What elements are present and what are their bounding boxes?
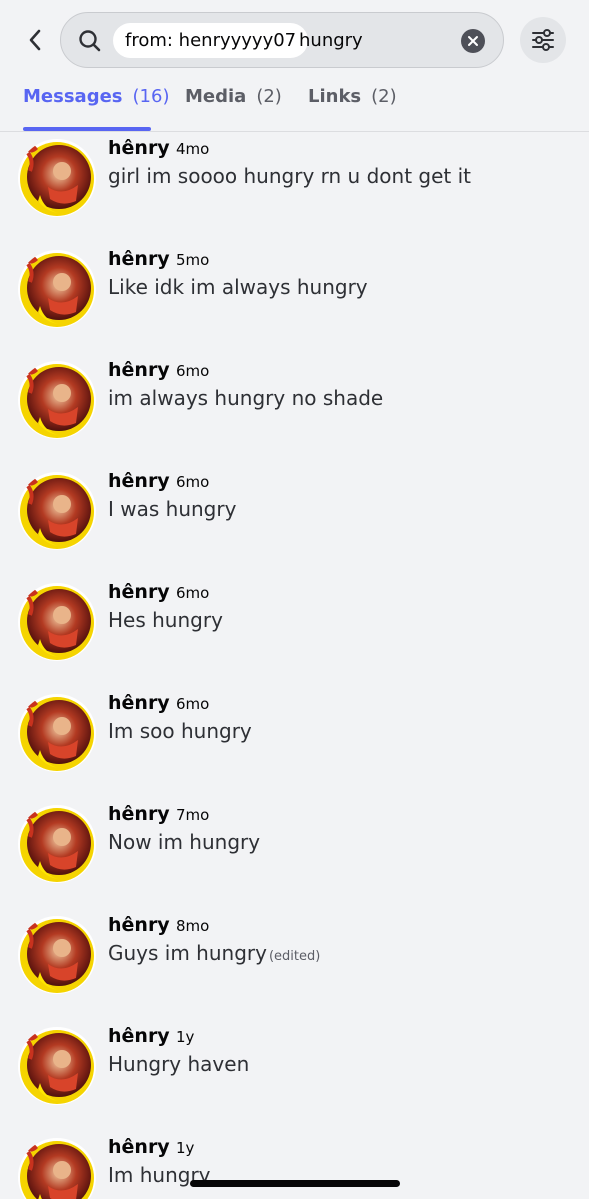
message-content: Like idk im always hungry <box>108 275 368 299</box>
message-result-item[interactable]: hênry 7mo Now im hungry <box>0 803 589 905</box>
avatar[interactable] <box>18 805 96 883</box>
active-tab-indicator <box>23 127 151 131</box>
avatar[interactable] <box>18 250 96 328</box>
avatar[interactable] <box>18 583 96 661</box>
message-author[interactable]: hênry <box>108 137 170 159</box>
message-text: I was hungry <box>108 497 237 521</box>
message-timestamp: 1y <box>176 1028 195 1046</box>
message-result-item[interactable]: hênry 5mo Like idk im always hungry <box>0 248 589 350</box>
message-timestamp: 6mo <box>176 362 210 380</box>
search-header: from: henryyyyy07 hungry Messages (16) Me… <box>0 0 589 132</box>
edited-tag: (edited) <box>268 949 321 964</box>
message-author[interactable]: hênry <box>108 1136 170 1158</box>
message-content: Hes hungry <box>108 608 223 632</box>
message-result-item[interactable]: hênry 4mo girl im soooo hungry rn u dont g… <box>0 137 589 239</box>
avatar[interactable] <box>18 472 96 550</box>
avatar[interactable] <box>18 916 96 994</box>
avatar[interactable] <box>18 694 96 772</box>
message-timestamp: 6mo <box>176 584 210 602</box>
message-text: Hes hungry <box>108 608 223 632</box>
search-options-button[interactable] <box>520 17 566 63</box>
message-result-item[interactable]: hênry 1y Hungry haven <box>0 1025 589 1127</box>
message-result-item[interactable]: hênry 1y Im hungry <box>0 1136 589 1199</box>
message-author[interactable]: hênry <box>108 1025 170 1047</box>
message-timestamp: 1y <box>176 1139 195 1157</box>
message-text: Hungry haven <box>108 1052 250 1076</box>
message-result-item[interactable]: hênry 8mo Guys im hungry (edited) <box>0 914 589 1016</box>
tab-label: Messages <box>23 86 123 107</box>
message-author[interactable]: hênry <box>108 914 170 936</box>
message-timestamp: 6mo <box>176 695 210 713</box>
message-text: Like idk im always hungry <box>108 275 368 299</box>
search-query-text[interactable]: hungry <box>299 23 363 58</box>
tab-count: (16) <box>132 86 170 107</box>
message-content: girl im soooo hungry rn u dont get it <box>108 164 471 188</box>
message-text: im always hungry no shade <box>108 386 384 410</box>
message-result-item[interactable]: hênry 6mo Hes hungry <box>0 581 589 683</box>
message-content: Hungry haven <box>108 1052 249 1076</box>
avatar[interactable] <box>18 1027 96 1105</box>
search-bar[interactable]: from: henryyyyy07 hungry <box>60 12 504 68</box>
tab-media[interactable]: Media (2) <box>185 86 282 107</box>
message-timestamp: 4mo <box>176 140 210 158</box>
message-result-item[interactable]: hênry 6mo im always hungry no shade <box>0 359 589 461</box>
message-content: I was hungry <box>108 497 236 521</box>
message-result-item[interactable]: hênry 6mo I was hungry <box>0 470 589 572</box>
message-timestamp: 8mo <box>176 917 210 935</box>
avatar[interactable] <box>18 139 96 217</box>
sliders-icon <box>532 29 554 51</box>
message-text: Now im hungry <box>108 830 261 854</box>
message-timestamp: 7mo <box>176 806 210 824</box>
from-filter-chip[interactable]: from: henryyyyy07 <box>113 23 309 58</box>
tab-label: Media <box>185 86 247 107</box>
tab-messages[interactable]: Messages (16) <box>23 86 169 107</box>
back-button[interactable] <box>20 24 50 56</box>
message-timestamp: 5mo <box>176 251 210 269</box>
chevron-left-icon <box>29 29 41 51</box>
message-author[interactable]: hênry <box>108 581 170 603</box>
message-author[interactable]: hênry <box>108 248 170 270</box>
clear-x-icon <box>468 36 478 46</box>
message-content: Guys im hungry (edited) <box>108 941 320 965</box>
message-author[interactable]: hênry <box>108 692 170 714</box>
home-indicator <box>190 1180 400 1187</box>
clear-search-button[interactable] <box>461 29 485 53</box>
message-text: Guys im hungry <box>108 941 267 965</box>
message-content: Now im hungry <box>108 830 260 854</box>
message-content: im always hungry no shade <box>108 386 383 410</box>
tab-count: (2) <box>371 86 397 107</box>
search-icon <box>79 30 101 52</box>
avatar[interactable] <box>18 1138 96 1199</box>
message-result-item[interactable]: hênry 6mo Im soo hungry <box>0 692 589 794</box>
message-author[interactable]: hênry <box>108 470 170 492</box>
tab-links[interactable]: Links (2) <box>308 86 397 107</box>
message-content: Im soo hungry <box>108 719 252 743</box>
message-text: Im soo hungry <box>108 719 252 743</box>
avatar[interactable] <box>18 361 96 439</box>
message-author[interactable]: hênry <box>108 803 170 825</box>
message-text: girl im soooo hungry rn u dont get it <box>108 164 471 188</box>
message-author[interactable]: hênry <box>108 359 170 381</box>
message-timestamp: 6mo <box>176 473 210 491</box>
tab-label: Links <box>308 86 362 107</box>
tab-count: (2) <box>256 86 282 107</box>
result-tabs: Messages (16) Media (2) Links (2) <box>0 78 589 132</box>
